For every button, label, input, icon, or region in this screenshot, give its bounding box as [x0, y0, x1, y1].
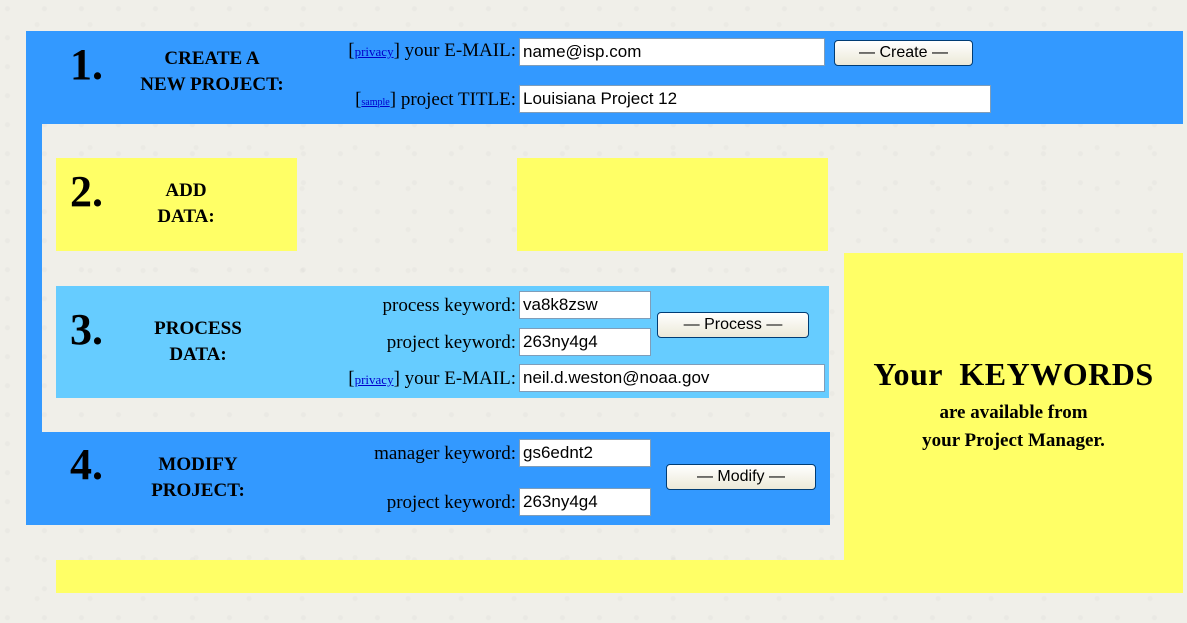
keywords-line1: are available from	[939, 402, 1088, 423]
privacy-close-bracket: ]	[393, 368, 400, 389]
section3-number: 3.	[70, 305, 103, 354]
modify-project-keyword-input[interactable]	[519, 488, 651, 516]
section1-title-line2: NEW PROJECT:	[140, 74, 284, 95]
process-button[interactable]: — Process —	[657, 312, 809, 338]
section2-title: ADD DATA:	[146, 178, 226, 230]
section4-title-line2: PROJECT:	[151, 480, 245, 501]
process-project-keyword-input[interactable]	[519, 328, 651, 356]
left-frame-bar	[26, 120, 42, 436]
section1-title-row-label: [sample] project TITLE:	[298, 89, 516, 111]
process-project-keyword-label: project keyword:	[386, 332, 516, 353]
project-title-input[interactable]	[519, 85, 991, 113]
sample-link[interactable]: sample	[361, 97, 389, 108]
create-button[interactable]: — Create —	[834, 40, 973, 66]
section2-data-box	[517, 158, 828, 251]
section1-title-line1: CREATE A	[164, 48, 260, 69]
privacy-close-bracket: ]	[393, 40, 400, 61]
section2-title-line2: DATA:	[157, 206, 215, 227]
sample-close-bracket: ]	[389, 89, 397, 110]
section1-email-row-label: [privacy] your E-MAIL:	[298, 40, 516, 62]
project-title-label: project TITLE:	[400, 89, 516, 110]
modify-project-keyword-label: project keyword:	[386, 492, 516, 513]
process-keyword-label: process keyword:	[382, 295, 517, 316]
email-label: your E-MAIL:	[404, 368, 516, 389]
privacy-link[interactable]: privacy	[355, 44, 394, 59]
section2-title-line1: ADD	[165, 180, 207, 201]
section1-title: CREATE A NEW PROJECT:	[126, 46, 298, 98]
section3-title: PROCESS DATA:	[130, 316, 266, 368]
manager-keyword-label: manager keyword:	[374, 443, 516, 464]
process-email-row-label: [privacy] your E-MAIL:	[298, 368, 516, 390]
bottom-bar	[56, 560, 844, 593]
section3-title-line1: PROCESS	[154, 318, 242, 339]
section4-title-line1: MODIFY	[158, 454, 238, 475]
keywords-headline: Your KEYWORDS	[873, 356, 1154, 392]
section3-title-line2: DATA:	[169, 344, 227, 365]
create-email-input[interactable]	[519, 38, 825, 66]
section4-title: MODIFY PROJECT:	[130, 452, 266, 504]
section2-number: 2.	[70, 167, 103, 216]
modify-button[interactable]: — Modify —	[666, 464, 816, 490]
email-label: your E-MAIL:	[404, 40, 516, 61]
process-keyword-input[interactable]	[519, 291, 651, 319]
manager-keyword-input[interactable]	[519, 439, 651, 467]
privacy-link[interactable]: privacy	[355, 372, 394, 387]
section1-number: 1.	[70, 40, 103, 89]
keywords-line2: your Project Manager.	[922, 430, 1105, 451]
section4-number: 4.	[70, 440, 103, 489]
process-email-input[interactable]	[519, 364, 825, 392]
